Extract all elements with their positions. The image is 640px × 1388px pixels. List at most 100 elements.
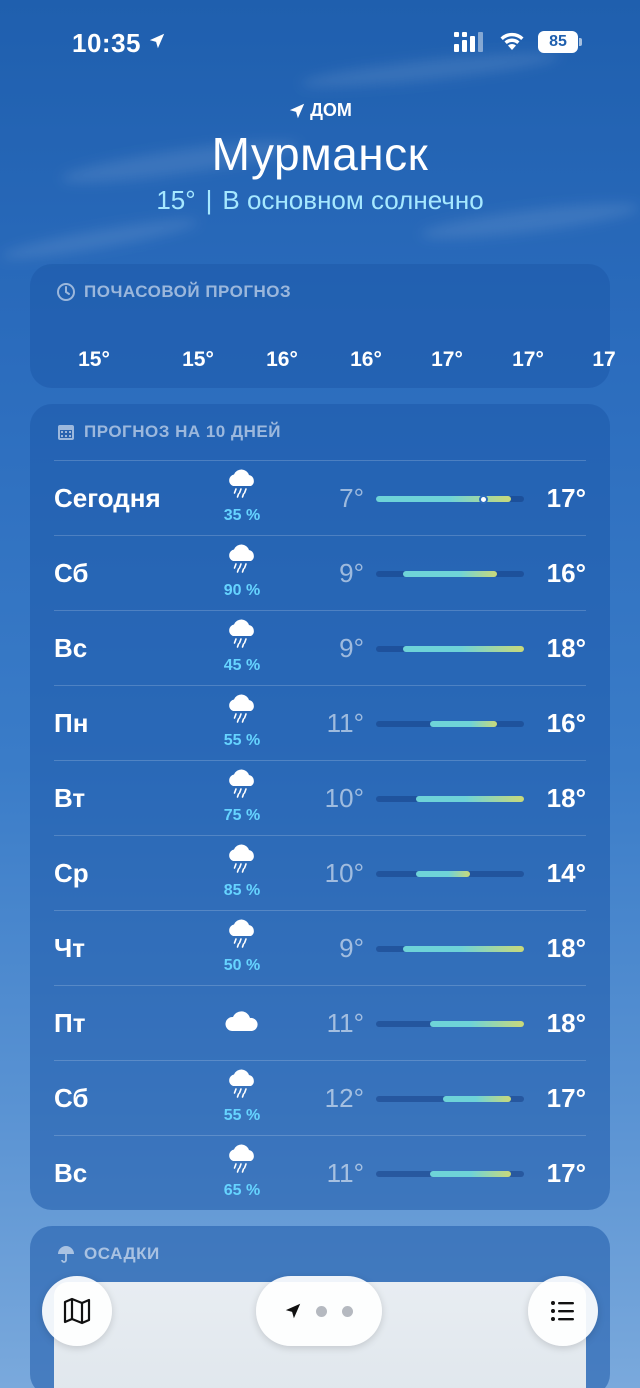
temp-range-fill — [429, 1171, 511, 1177]
high-temp: 14° — [546, 858, 586, 888]
daily-forecast-row[interactable]: Вс 65 % 11° 17° — [54, 1135, 586, 1210]
day-name: Вт — [54, 783, 86, 813]
high-temp: 17° — [546, 483, 586, 513]
precipitation-chance: 90 % — [223, 582, 261, 599]
location-arrow-icon[interactable] — [284, 1302, 302, 1320]
day-name: Сб — [54, 558, 89, 588]
temp-range-bar — [376, 1171, 524, 1177]
low-temp: 7° — [339, 483, 364, 513]
high-temp: 16° — [546, 708, 586, 738]
cloud-rain-icon — [224, 919, 260, 949]
city-name: Мурманск — [211, 128, 429, 180]
hourly-temp: 15° — [182, 348, 214, 371]
battery-level: 85 — [549, 33, 567, 50]
day-name: Вс — [54, 633, 88, 663]
current-temp-marker — [479, 494, 489, 504]
status-time: 10:35 — [72, 28, 141, 58]
day-name: Пн — [54, 708, 89, 738]
cloud-rain-icon — [224, 1144, 260, 1174]
umbrella-icon — [58, 1246, 74, 1263]
low-temp: 9° — [339, 933, 364, 963]
temp-range-bar — [376, 796, 524, 802]
day-name: Вс — [54, 1158, 88, 1188]
page-indicator[interactable] — [256, 1276, 382, 1346]
calendar-icon — [58, 425, 74, 440]
wifi-icon — [500, 32, 524, 50]
precipitation-chance: 75 % — [223, 807, 261, 824]
temp-range-fill — [429, 721, 498, 727]
home-label: ДОМ — [0, 100, 640, 121]
hourly-temp: 15° — [78, 348, 110, 371]
temp-range-bar — [376, 1096, 524, 1102]
low-temp: 11° — [326, 708, 364, 738]
temp-range-bar — [376, 494, 524, 504]
precipitation-chance: 55 % — [223, 732, 261, 749]
day-name: Сегодня — [54, 483, 161, 513]
hourly-forecast-title: ПОЧАСОВОЙ ПРОГНОЗ — [56, 282, 291, 302]
temp-range-bar — [376, 646, 524, 652]
locations-list-button[interactable] — [528, 1276, 598, 1346]
low-temp: 9° — [339, 633, 364, 663]
high-temp: 18° — [546, 933, 586, 963]
hourly-temp: 17° — [431, 348, 463, 371]
current-summary: 15° | В основном солнечно — [0, 185, 640, 216]
temp-range-bar — [376, 946, 524, 952]
cloud-rain-icon — [224, 769, 260, 799]
precipitation-chance: 50 % — [223, 957, 261, 974]
current-condition: В основном солнечно — [222, 185, 484, 215]
low-temp: 11° — [326, 1008, 364, 1038]
ten-day-title-text: ПРОГНОЗ НА 10 ДНЕЙ — [84, 422, 281, 441]
temp-range-fill — [429, 1021, 524, 1027]
daily-forecast-row[interactable]: Сб 90 % 9° 16° — [54, 535, 586, 610]
status-bar: 10:35 85 — [0, 0, 640, 88]
low-temp: 10° — [324, 783, 364, 813]
high-temp: 18° — [546, 633, 586, 663]
temp-range-bar — [376, 871, 524, 877]
precipitation-title: ОСАДКИ — [56, 1244, 160, 1264]
daily-forecast-row[interactable]: Вт 75 % 10° 18° — [54, 760, 586, 835]
map-button[interactable] — [42, 1276, 112, 1346]
precipitation-chance: 55 % — [223, 1107, 261, 1124]
temp-range-fill — [402, 646, 524, 652]
precipitation-chance: 45 % — [223, 657, 261, 674]
summary-separator: | — [205, 185, 213, 215]
hourly-forecast-card[interactable]: ПОЧАСОВОЙ ПРОГНОЗ 15° 15° 16° 16° 17° 17° 17 — [30, 264, 616, 388]
low-temp: 12° — [324, 1083, 364, 1113]
daily-forecast-row[interactable]: Вс 45 % 9° 18° — [54, 610, 586, 685]
high-temp: 18° — [546, 783, 586, 813]
temp-range-bar — [376, 1021, 524, 1027]
location-arrow-icon — [289, 103, 305, 118]
low-temp: 10° — [324, 858, 364, 888]
hourly-temp: 16° — [266, 348, 298, 371]
temp-range-fill — [443, 1096, 511, 1102]
daily-forecast-row[interactable]: Ср 85 % 10° 14° — [54, 835, 586, 910]
list-icon — [551, 1301, 574, 1321]
temp-range-bar — [376, 571, 524, 577]
high-temp: 18° — [546, 1008, 586, 1038]
ten-day-forecast-card[interactable]: ПРОГНОЗ НА 10 ДНЕЙ Сегодня 35 % 7° 17° Сб 90 … — [30, 404, 610, 1210]
ten-day-forecast-title: ПРОГНОЗ НА 10 ДНЕЙ — [56, 422, 281, 442]
high-temp: 17° — [546, 1083, 586, 1113]
location-header: ДОМ Мурманск 15° | В основном солнечно — [0, 100, 640, 216]
home-label-text: ДОМ — [310, 100, 352, 120]
daily-forecast-row[interactable]: Сб 55 % 12° 17° — [54, 1060, 586, 1135]
cloud-rain-icon — [224, 544, 260, 574]
page-dot[interactable] — [342, 1306, 353, 1317]
hourly-temp: 17° — [512, 348, 544, 371]
precipitation-chance: 65 % — [223, 1182, 261, 1199]
daily-forecast-row[interactable]: Пн 55 % 11° 16° — [54, 685, 586, 760]
daily-forecast-row[interactable]: Пт 11° 18° — [54, 985, 586, 1060]
precipitation-chance: 85 % — [223, 882, 261, 899]
hourly-temp: 16° — [350, 348, 382, 371]
daily-forecast-row[interactable]: Чт 50 % 9° 18° — [54, 910, 586, 985]
location-arrow-icon — [149, 33, 165, 49]
hourly-temp: 17 — [592, 348, 616, 371]
temp-range-fill — [416, 871, 471, 877]
map-icon — [63, 1297, 91, 1325]
daily-forecast-row[interactable]: Сегодня 35 % 7° 17° — [54, 460, 586, 535]
cloud-rain-icon — [224, 619, 260, 649]
low-temp: 11° — [326, 1158, 364, 1188]
hourly-title-text: ПОЧАСОВОЙ ПРОГНОЗ — [84, 282, 292, 301]
page-dot[interactable] — [316, 1306, 327, 1317]
high-temp: 17° — [546, 1158, 586, 1188]
